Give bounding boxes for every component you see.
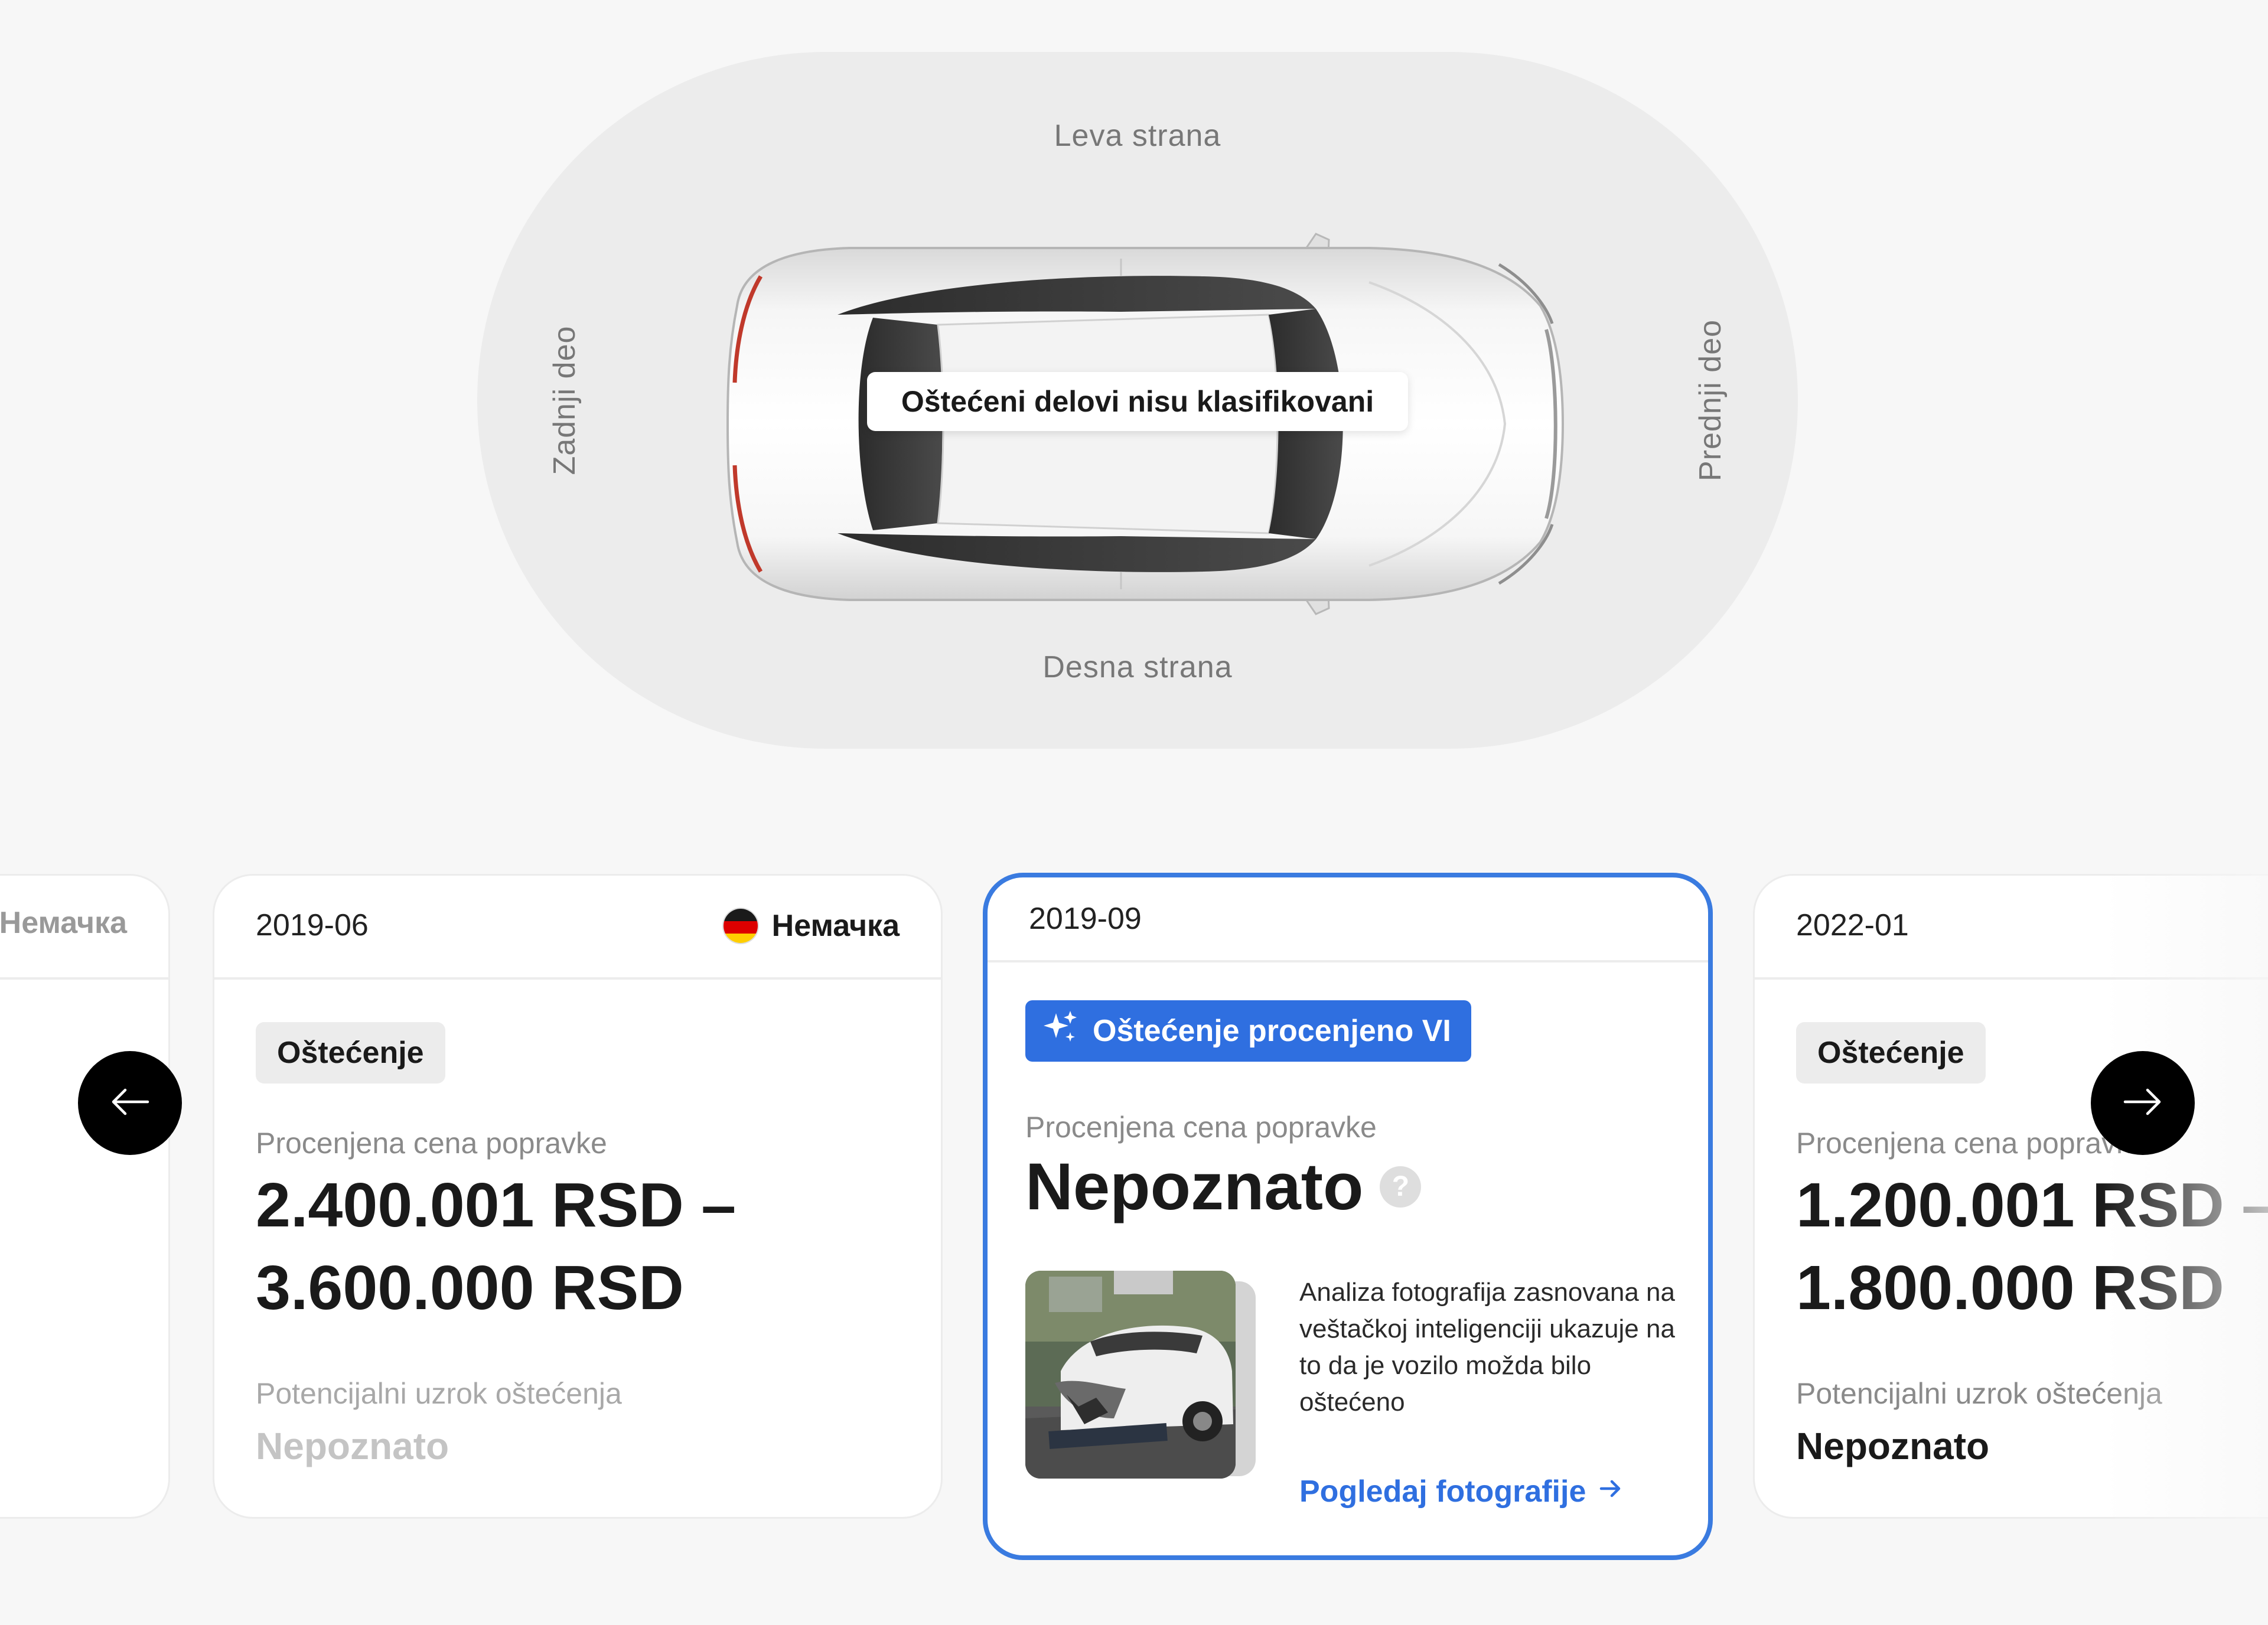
damage-tag: Oštećenje <box>256 1022 445 1084</box>
germany-flag-icon <box>722 908 759 944</box>
price-range-line2: 1.800.000 RSD <box>1796 1253 2224 1323</box>
ai-analysis-description: Analiza fotografija zasnovana na veštačk… <box>1299 1278 1675 1417</box>
country-name: Немачка <box>0 906 127 940</box>
card-country: Немачка <box>0 908 127 938</box>
price-label: Procenjena cena popravke <box>256 1127 607 1160</box>
price-range-line2: 3.600.000 RSD <box>256 1253 684 1323</box>
sparkles-icon <box>1042 1009 1080 1054</box>
cause-label: Potencijalni uzrok oštećenja <box>256 1377 622 1410</box>
damage-history-view: Leva strana Desna strana Zadnji deo Pred… <box>0 0 2268 1625</box>
card-header: 2022-01 <box>1755 876 2268 980</box>
price-range-line1: 1.200.001 RSD – <box>1796 1170 2268 1240</box>
carousel-prev-button[interactable] <box>78 1051 182 1155</box>
price-unknown: Nepoznato ? <box>1025 1150 1422 1223</box>
carousel-next-button[interactable] <box>2091 1051 2195 1155</box>
arrow-right-icon <box>1598 1474 1624 1509</box>
arrow-right-icon <box>2119 1078 2166 1128</box>
damage-card-2022-01[interactable]: 2022-01 Oštećenje Procenjena cena poprav… <box>1753 874 2268 1519</box>
price-range-line1: 2.400.001 RSD – <box>256 1170 737 1240</box>
price-label: Procenjena cena popravke <box>1025 1111 1377 1144</box>
ai-tag-label: Oštećenje procenjeno VI <box>1093 1014 1451 1048</box>
arrow-left-icon <box>106 1078 154 1128</box>
damage-tag: Oštećenje <box>1796 1022 1986 1084</box>
damage-card-2019-06[interactable]: 2019-06 Немачка Oštećenje Procenjena cen… <box>213 874 943 1519</box>
label-left-side: Leva strana <box>1054 119 1221 153</box>
card-date: 2022-01 <box>1796 908 1909 942</box>
ai-assessed-tag: Oštećenje procenjeno VI <box>1025 1000 1471 1062</box>
view-photos-link-label: Pogledaj fotografije <box>1299 1474 1586 1509</box>
view-photos-link[interactable]: Pogledaj fotografije <box>1299 1474 1624 1509</box>
label-front: Prednji deo <box>1693 319 1728 482</box>
cause-value: Nepoznato <box>256 1425 449 1467</box>
damage-card-2019-09-active[interactable]: 2019-09 Oštećenje procenjeno VI Procenje… <box>983 873 1713 1560</box>
label-rear: Zadnji deo <box>548 325 582 475</box>
question-icon[interactable]: ? <box>1380 1166 1422 1208</box>
card-header: Немачка <box>0 876 168 980</box>
damaged-car-photo <box>1025 1271 1236 1479</box>
country-name: Немачка <box>771 909 900 943</box>
price-value: Nepoznato <box>1025 1150 1364 1223</box>
damage-photo-thumbnail[interactable] <box>1025 1271 1273 1483</box>
label-right-side: Desna strana <box>1042 650 1233 684</box>
cause-value: Nepoznato <box>1796 1425 1990 1467</box>
card-header: 2019-06 Немачка <box>214 876 941 980</box>
price-label: Procenjena cena popravke <box>1796 1127 2148 1160</box>
card-header: 2019-09 <box>988 877 1708 962</box>
car-damage-diagram: Leva strana Desna strana Zadnji deo Pred… <box>477 52 1798 749</box>
damage-card-previous[interactable]: Немачка <box>0 874 170 1519</box>
cause-label: Potencijalni uzrok oštećenja <box>1796 1377 2162 1410</box>
card-country: Немачка <box>722 908 900 944</box>
damage-classification-badge: Oštećeni delovi nisu klasifikovani <box>867 372 1408 431</box>
card-date: 2019-06 <box>256 908 369 942</box>
card-date: 2019-09 <box>1029 902 1142 936</box>
